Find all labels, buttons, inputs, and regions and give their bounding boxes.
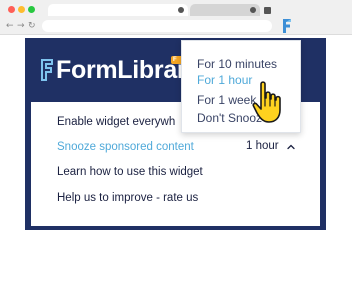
menu-item-enable-widget[interactable]: Enable widget everywh bbox=[57, 116, 175, 128]
logo-text: FormLibrar bbox=[56, 56, 187, 84]
logo-mark-icon bbox=[41, 59, 53, 81]
chevron-up-icon[interactable] bbox=[286, 142, 296, 152]
snooze-value[interactable]: 1 hour bbox=[246, 140, 279, 152]
menu-item-learn[interactable]: Learn how to use this widget bbox=[57, 166, 203, 178]
close-window-button[interactable] bbox=[8, 6, 15, 13]
hand-pointer-icon bbox=[252, 81, 281, 123]
address-bar[interactable] bbox=[42, 20, 272, 32]
snooze-option-1-hour[interactable]: For 1 hour bbox=[197, 73, 252, 87]
snooze-option-10-minutes[interactable]: For 10 minutes bbox=[197, 57, 277, 71]
tab-close-icon[interactable] bbox=[178, 7, 184, 13]
formlibrary-logo-icon[interactable] bbox=[280, 18, 294, 34]
new-tab-button[interactable] bbox=[264, 7, 271, 14]
menu-item-rate-us[interactable]: Help us to improve - rate us bbox=[57, 192, 198, 204]
menu-item-snooze[interactable]: Snooze sponsored content bbox=[57, 141, 194, 153]
forward-arrow-icon[interactable]: → bbox=[17, 21, 25, 31]
reload-icon[interactable]: ↻ bbox=[28, 21, 36, 31]
browser-chrome: ← → ↻ bbox=[0, 0, 352, 35]
browser-tab-active[interactable] bbox=[48, 4, 188, 16]
back-arrow-icon[interactable]: ← bbox=[6, 21, 14, 31]
browser-tab-inactive[interactable] bbox=[190, 4, 260, 16]
tab-close-icon[interactable] bbox=[250, 7, 256, 13]
maximize-window-button[interactable] bbox=[28, 6, 35, 13]
minimize-window-button[interactable] bbox=[18, 6, 25, 13]
snooze-option-1-week[interactable]: For 1 week bbox=[197, 93, 256, 107]
